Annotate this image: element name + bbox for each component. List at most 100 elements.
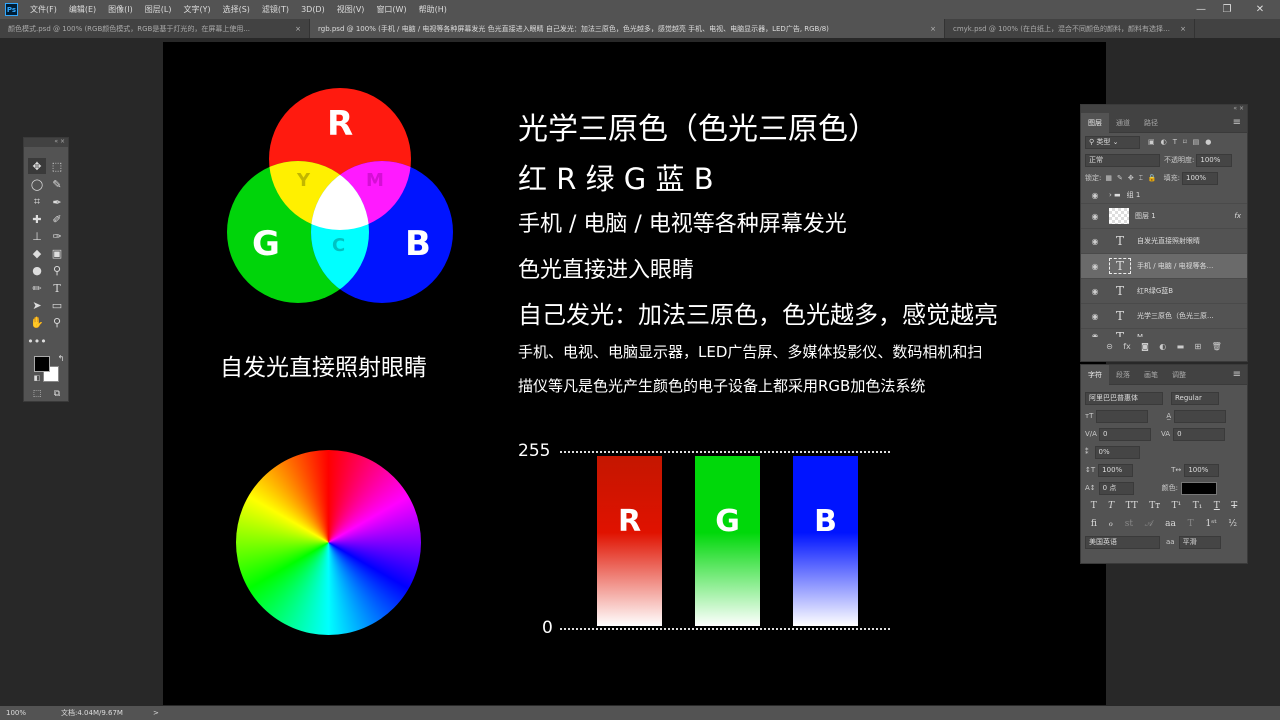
fx-icon[interactable]: fx bbox=[1234, 212, 1241, 220]
tab-close-icon[interactable]: × bbox=[295, 25, 301, 33]
kerning-input[interactable]: 0 bbox=[1098, 427, 1151, 441]
layer-row[interactable]: ◉ T 光学三原色（色光三原... bbox=[1081, 304, 1247, 329]
menu-image[interactable]: 图像(I) bbox=[108, 4, 133, 15]
antialias-select[interactable]: 平滑 bbox=[1178, 535, 1221, 549]
restore-button[interactable]: ❐ bbox=[1214, 0, 1240, 19]
menu-select[interactable]: 选择(S) bbox=[223, 4, 250, 15]
close-window-button[interactable]: ✕ bbox=[1240, 0, 1280, 19]
layer-row[interactable]: ◉ T M bbox=[1081, 329, 1247, 338]
delete-layer-icon[interactable]: 🗑 bbox=[1212, 342, 1222, 351]
font-style-select[interactable]: Regular bbox=[1171, 391, 1219, 405]
visibility-eye-icon[interactable]: ◉ bbox=[1087, 212, 1103, 221]
lock-icons[interactable]: ▦✎✥⌶🔒 bbox=[1105, 174, 1161, 183]
underline-button[interactable]: T bbox=[1214, 501, 1220, 511]
ordinals-button[interactable]: 1ˢᵗ bbox=[1205, 519, 1216, 529]
visibility-eye-icon[interactable]: ◉ bbox=[1087, 287, 1103, 296]
clone-stamp-icon[interactable]: ⊥ bbox=[28, 228, 46, 244]
titling-button[interactable]: aa bbox=[1165, 519, 1176, 529]
add-style-icon[interactable]: fx bbox=[1123, 342, 1131, 351]
visibility-eye-icon[interactable]: ◉ bbox=[1087, 312, 1103, 321]
menu-edit[interactable]: 编辑(E) bbox=[69, 4, 96, 15]
layer-row[interactable]: ◉ › ▬ 组 1 bbox=[1081, 187, 1247, 204]
crop-tool-icon[interactable]: ⌗ bbox=[28, 194, 46, 210]
layer-row[interactable]: ◉ 图层 1 fx bbox=[1081, 204, 1247, 229]
menu-help[interactable]: 帮助(H) bbox=[419, 4, 447, 15]
alternates-button[interactable]: T bbox=[1188, 519, 1194, 529]
menu-file[interactable]: 文件(F) bbox=[30, 4, 57, 15]
swash-button[interactable]: 𝒜 bbox=[1145, 519, 1154, 529]
tab-close-icon[interactable]: × bbox=[930, 25, 936, 33]
new-group-icon[interactable]: ▬ bbox=[1177, 342, 1185, 351]
visibility-eye-icon[interactable]: ◉ bbox=[1087, 191, 1103, 200]
eraser-tool-icon[interactable]: ◆ bbox=[28, 245, 46, 261]
layer-row[interactable]: ◉ T 自发光直接照射眼睛 bbox=[1081, 229, 1247, 254]
tab-paragraph[interactable]: 段落 bbox=[1109, 365, 1137, 385]
screen-mode-icon[interactable]: ⧉ bbox=[48, 386, 66, 402]
layer-filter-select[interactable]: ⚲ 类型 ⌄ bbox=[1085, 135, 1140, 149]
path-select-icon[interactable]: ➤ bbox=[28, 297, 46, 313]
font-size-input[interactable] bbox=[1096, 409, 1149, 423]
discretionary-ligatures-button[interactable]: ℴ bbox=[1109, 519, 1113, 529]
status-menu-arrow[interactable]: > bbox=[153, 709, 159, 717]
font-family-select[interactable]: 阿里巴巴普惠体 bbox=[1085, 391, 1163, 405]
minimize-button[interactable]: — bbox=[1188, 0, 1214, 19]
stylistic-button[interactable]: st bbox=[1125, 519, 1133, 529]
strikethrough-button[interactable]: T bbox=[1231, 501, 1237, 511]
opacity-input[interactable]: 100% bbox=[1196, 153, 1233, 167]
adjustment-layer-icon[interactable]: ◐ bbox=[1159, 342, 1166, 351]
move-tool-icon[interactable]: ✥ bbox=[28, 158, 46, 174]
healing-brush-icon[interactable]: ✚ bbox=[28, 211, 46, 227]
all-caps-button[interactable]: TT bbox=[1126, 501, 1138, 511]
default-colors-icon[interactable]: ◧ bbox=[28, 370, 46, 386]
quick-mask-icon[interactable]: ⬚ bbox=[28, 386, 46, 402]
leading-input[interactable] bbox=[1174, 409, 1227, 423]
tab-brush[interactable]: 画笔 bbox=[1137, 365, 1165, 385]
zoom-level[interactable]: 100% bbox=[6, 709, 61, 717]
tab-layers[interactable]: 图层 bbox=[1081, 112, 1109, 133]
language-select[interactable]: 美国英语 bbox=[1085, 535, 1160, 549]
menu-view[interactable]: 视图(V) bbox=[337, 4, 365, 15]
type-tool-icon[interactable]: T bbox=[48, 280, 66, 296]
quick-select-tool-icon[interactable]: ✎ bbox=[48, 176, 66, 192]
swap-colors-icon[interactable]: ↰ bbox=[52, 350, 70, 366]
faux-italic-button[interactable]: T bbox=[1108, 501, 1114, 511]
tab-close-icon[interactable]: × bbox=[1180, 25, 1186, 33]
zoom-tool-icon[interactable]: ⚲ bbox=[48, 314, 66, 330]
filter-icons[interactable]: ▣◐T⌑▤● bbox=[1148, 138, 1217, 146]
baseline-input[interactable]: 0 点 bbox=[1098, 481, 1134, 495]
faux-bold-button[interactable]: T bbox=[1091, 501, 1097, 511]
menu-window[interactable]: 窗口(W) bbox=[376, 4, 406, 15]
tab-channels[interactable]: 通道 bbox=[1109, 113, 1137, 133]
blend-mode-select[interactable]: 正常 bbox=[1085, 153, 1160, 167]
small-caps-button[interactable]: Tт bbox=[1149, 501, 1160, 511]
visibility-eye-icon[interactable]: ◉ bbox=[1087, 262, 1103, 271]
dodge-tool-icon[interactable]: ⚲ bbox=[48, 262, 66, 278]
superscript-button[interactable]: T¹ bbox=[1172, 501, 1182, 511]
menu-type[interactable]: 文字(Y) bbox=[183, 4, 210, 15]
tsume-input[interactable]: 0% bbox=[1094, 445, 1140, 459]
layer-row-selected[interactable]: ◉ T 手机 / 电脑 / 电视等各... bbox=[1081, 254, 1247, 279]
lasso-tool-icon[interactable]: ◯ bbox=[28, 176, 46, 192]
layer-row[interactable]: ◉ T 红R绿G蓝B bbox=[1081, 279, 1247, 304]
visibility-eye-icon[interactable]: ◉ bbox=[1087, 332, 1103, 337]
hand-tool-icon[interactable]: ✋ bbox=[28, 314, 46, 330]
menu-filter[interactable]: 滤镜(T) bbox=[262, 4, 289, 15]
history-brush-icon[interactable]: ✑ bbox=[48, 228, 66, 244]
add-mask-icon[interactable]: ◙ bbox=[1141, 342, 1149, 351]
eyedropper-tool-icon[interactable]: ✒ bbox=[48, 194, 66, 210]
link-layers-icon[interactable]: ⊝ bbox=[1106, 342, 1113, 351]
ligatures-button[interactable]: fi bbox=[1091, 519, 1097, 529]
panel-menu-icon[interactable]: ≡ bbox=[1233, 369, 1241, 380]
more-tools-icon[interactable]: ••• bbox=[27, 333, 46, 349]
vertical-scale-input[interactable]: 100% bbox=[1098, 463, 1134, 477]
tab-color-mode[interactable]: 颜色模式.psd @ 100% (RGB颜色模式，RGB是基于灯光的，在屏幕上使… bbox=[0, 19, 310, 38]
menu-layer[interactable]: 图层(L) bbox=[145, 4, 172, 15]
panel-menu-icon[interactable]: ≡ bbox=[1233, 117, 1241, 128]
tab-character[interactable]: 字符 bbox=[1081, 364, 1109, 385]
visibility-eye-icon[interactable]: ◉ bbox=[1087, 237, 1103, 246]
tab-cmyk[interactable]: cmyk.psd @ 100% (在白纸上，混合不同颜色的颜料，颜料有选择的反射… bbox=[945, 19, 1195, 38]
rectangle-tool-icon[interactable]: ▭ bbox=[48, 297, 66, 313]
horizontal-scale-input[interactable]: 100% bbox=[1184, 463, 1220, 477]
tab-adjust[interactable]: 调整 bbox=[1165, 365, 1193, 385]
tab-paths[interactable]: 路径 bbox=[1137, 113, 1165, 133]
